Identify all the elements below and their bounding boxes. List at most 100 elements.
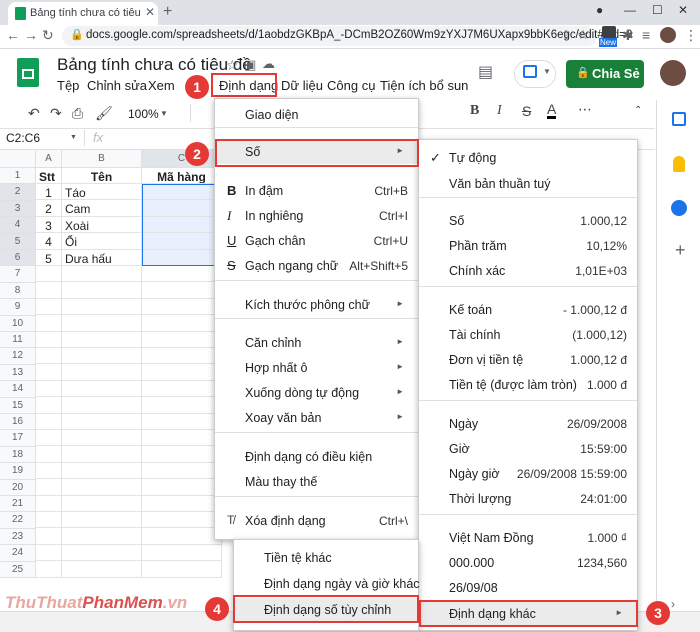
row-header[interactable]: 10 <box>0 315 36 332</box>
cell[interactable] <box>62 544 142 562</box>
cell[interactable] <box>36 495 62 512</box>
cell[interactable] <box>142 430 222 447</box>
cell[interactable] <box>142 544 222 562</box>
column-header-c[interactable]: C <box>142 150 222 168</box>
cell[interactable] <box>36 430 62 447</box>
cell[interactable] <box>36 282 62 299</box>
share-button[interactable]: 🔒 Chia Sẻ <box>566 60 644 88</box>
cell[interactable] <box>62 446 142 463</box>
row-header[interactable]: 16 <box>0 414 36 431</box>
cell[interactable] <box>142 298 222 316</box>
cell[interactable] <box>142 446 222 463</box>
row-header[interactable]: 9 <box>0 299 36 316</box>
calendar-icon[interactable] <box>672 112 686 126</box>
back-icon[interactable]: ← <box>6 27 20 43</box>
cell[interactable] <box>36 544 62 562</box>
format-menu-item-strikethrough[interactable]: S Gạch ngang chữ Alt+Shift+5 <box>215 254 418 278</box>
name-box[interactable]: C2:C6 <box>6 131 40 145</box>
row-header[interactable]: 24 <box>0 545 36 562</box>
row-header[interactable]: 1 <box>0 168 36 185</box>
row-header[interactable]: 8 <box>0 282 36 300</box>
number-format-plain-text[interactable]: Văn bản thuần tuý <box>419 172 637 196</box>
cell[interactable] <box>62 397 142 414</box>
number-format-percent[interactable]: Phần trăm 10,12% <box>419 234 637 258</box>
format-menu-item-alternating-colors[interactable]: Màu thay thế <box>215 470 418 494</box>
row-header[interactable]: 15 <box>0 397 36 414</box>
cell[interactable] <box>62 282 142 299</box>
row-header[interactable]: 17 <box>0 430 36 447</box>
menu-edit[interactable]: Chỉnh sửa <box>87 78 147 93</box>
close-icon[interactable]: ✕ <box>145 5 155 19</box>
redo-icon[interactable]: ↷ <box>50 105 62 122</box>
cell[interactable] <box>62 348 142 365</box>
cell-stt[interactable]: 2 <box>36 200 62 217</box>
profile-dot-icon[interactable]: ● <box>596 3 603 17</box>
cell[interactable] <box>36 298 62 316</box>
cell[interactable] <box>62 430 142 447</box>
cell-ten[interactable]: Ổi <box>62 233 142 250</box>
more-formats-item-more-currencies[interactable]: Tiền tệ khác <box>234 546 418 570</box>
chevron-down-icon[interactable]: ▼ <box>160 109 168 118</box>
cell[interactable] <box>62 380 142 398</box>
cell[interactable] <box>62 495 142 512</box>
menu-addons[interactable]: Tiện ích bổ sun <box>380 78 468 93</box>
row-header[interactable]: 19 <box>0 463 36 480</box>
format-menu-item-rotate[interactable]: Xoay văn bản ► <box>215 406 418 430</box>
browser-avatar[interactable] <box>660 27 676 43</box>
menu-view[interactable]: Xem <box>148 78 175 93</box>
row-header[interactable]: 22 <box>0 512 36 529</box>
cell-stt[interactable]: 5 <box>36 249 62 266</box>
row-header[interactable]: 13 <box>0 364 36 382</box>
present-button[interactable]: ▼ <box>514 60 556 88</box>
browser-tab[interactable]: Bảng tính chưa có tiêu đề - Goog ✕ <box>8 2 158 25</box>
cell[interactable] <box>62 512 142 529</box>
cell[interactable] <box>36 364 62 381</box>
more-formats-item-more-date-time-formats[interactable]: Định dạng ngày và giờ khác <box>234 572 420 596</box>
cell[interactable] <box>142 495 222 512</box>
cell[interactable] <box>62 479 142 496</box>
zoom-select[interactable]: 100% <box>128 107 159 121</box>
cell-stt[interactable]: 3 <box>36 216 62 234</box>
number-format-financial[interactable]: Tài chính (1.000,12) <box>419 323 637 347</box>
cell[interactable] <box>36 462 62 480</box>
cell[interactable] <box>142 266 222 283</box>
tasks-icon[interactable] <box>671 200 687 216</box>
kebab-menu-icon[interactable]: ⋮ <box>684 27 698 44</box>
number-format-currency-rounded[interactable]: Tiền tệ (được làm tròn) 1.000 đ <box>419 373 637 397</box>
cell[interactable] <box>142 462 222 480</box>
format-menu-item-conditional[interactable]: Định dạng có điều kiện <box>215 445 418 469</box>
cell[interactable] <box>36 397 62 414</box>
corner-header[interactable] <box>0 150 36 168</box>
row-header[interactable]: 5 <box>0 233 36 250</box>
sheets-logo-icon[interactable] <box>17 58 39 87</box>
undo-icon[interactable]: ↶ <box>28 105 40 122</box>
cell[interactable] <box>142 413 222 430</box>
cell-ten[interactable]: Cam <box>62 200 142 217</box>
cell[interactable] <box>62 266 142 283</box>
maximize-icon[interactable]: ☐ <box>652 3 663 17</box>
row-header[interactable]: 2 <box>0 184 36 201</box>
cell[interactable] <box>142 528 222 545</box>
number-format-duration[interactable]: Thời lượng 24:01:00 <box>419 487 637 511</box>
number-format-date[interactable]: Ngày 26/09/2008 <box>419 412 637 436</box>
menu-file[interactable]: Tệp <box>57 78 79 93</box>
cell[interactable] <box>36 380 62 398</box>
row-header[interactable]: 7 <box>0 266 36 283</box>
header-cell-ten[interactable]: Tên <box>62 168 142 184</box>
strikethrough-icon[interactable]: S <box>522 103 531 119</box>
number-format-custom-date[interactable]: 26/09/08 <box>419 576 637 600</box>
format-menu-item-merge[interactable]: Hợp nhất ô ► <box>215 356 418 380</box>
cell[interactable] <box>142 397 222 414</box>
italic-icon[interactable]: I <box>497 103 502 119</box>
avatar[interactable] <box>660 60 686 86</box>
cell[interactable] <box>36 315 62 332</box>
cell[interactable] <box>62 462 142 480</box>
number-format-currency[interactable]: Đơn vị tiền tệ 1.000,12 đ <box>419 348 637 372</box>
number-format-custom-000[interactable]: 000.000 1234,560 <box>419 551 637 575</box>
header-cell-stt[interactable]: Stt <box>36 168 62 184</box>
number-format-time[interactable]: Giờ 15:59:00 <box>419 437 637 461</box>
bookmark-star-icon[interactable]: ☆ <box>577 27 589 43</box>
chevron-right-icon[interactable]: › <box>671 597 675 611</box>
cell-ten[interactable]: Xoài <box>62 216 142 234</box>
reload-icon[interactable]: ↻ <box>42 27 54 44</box>
